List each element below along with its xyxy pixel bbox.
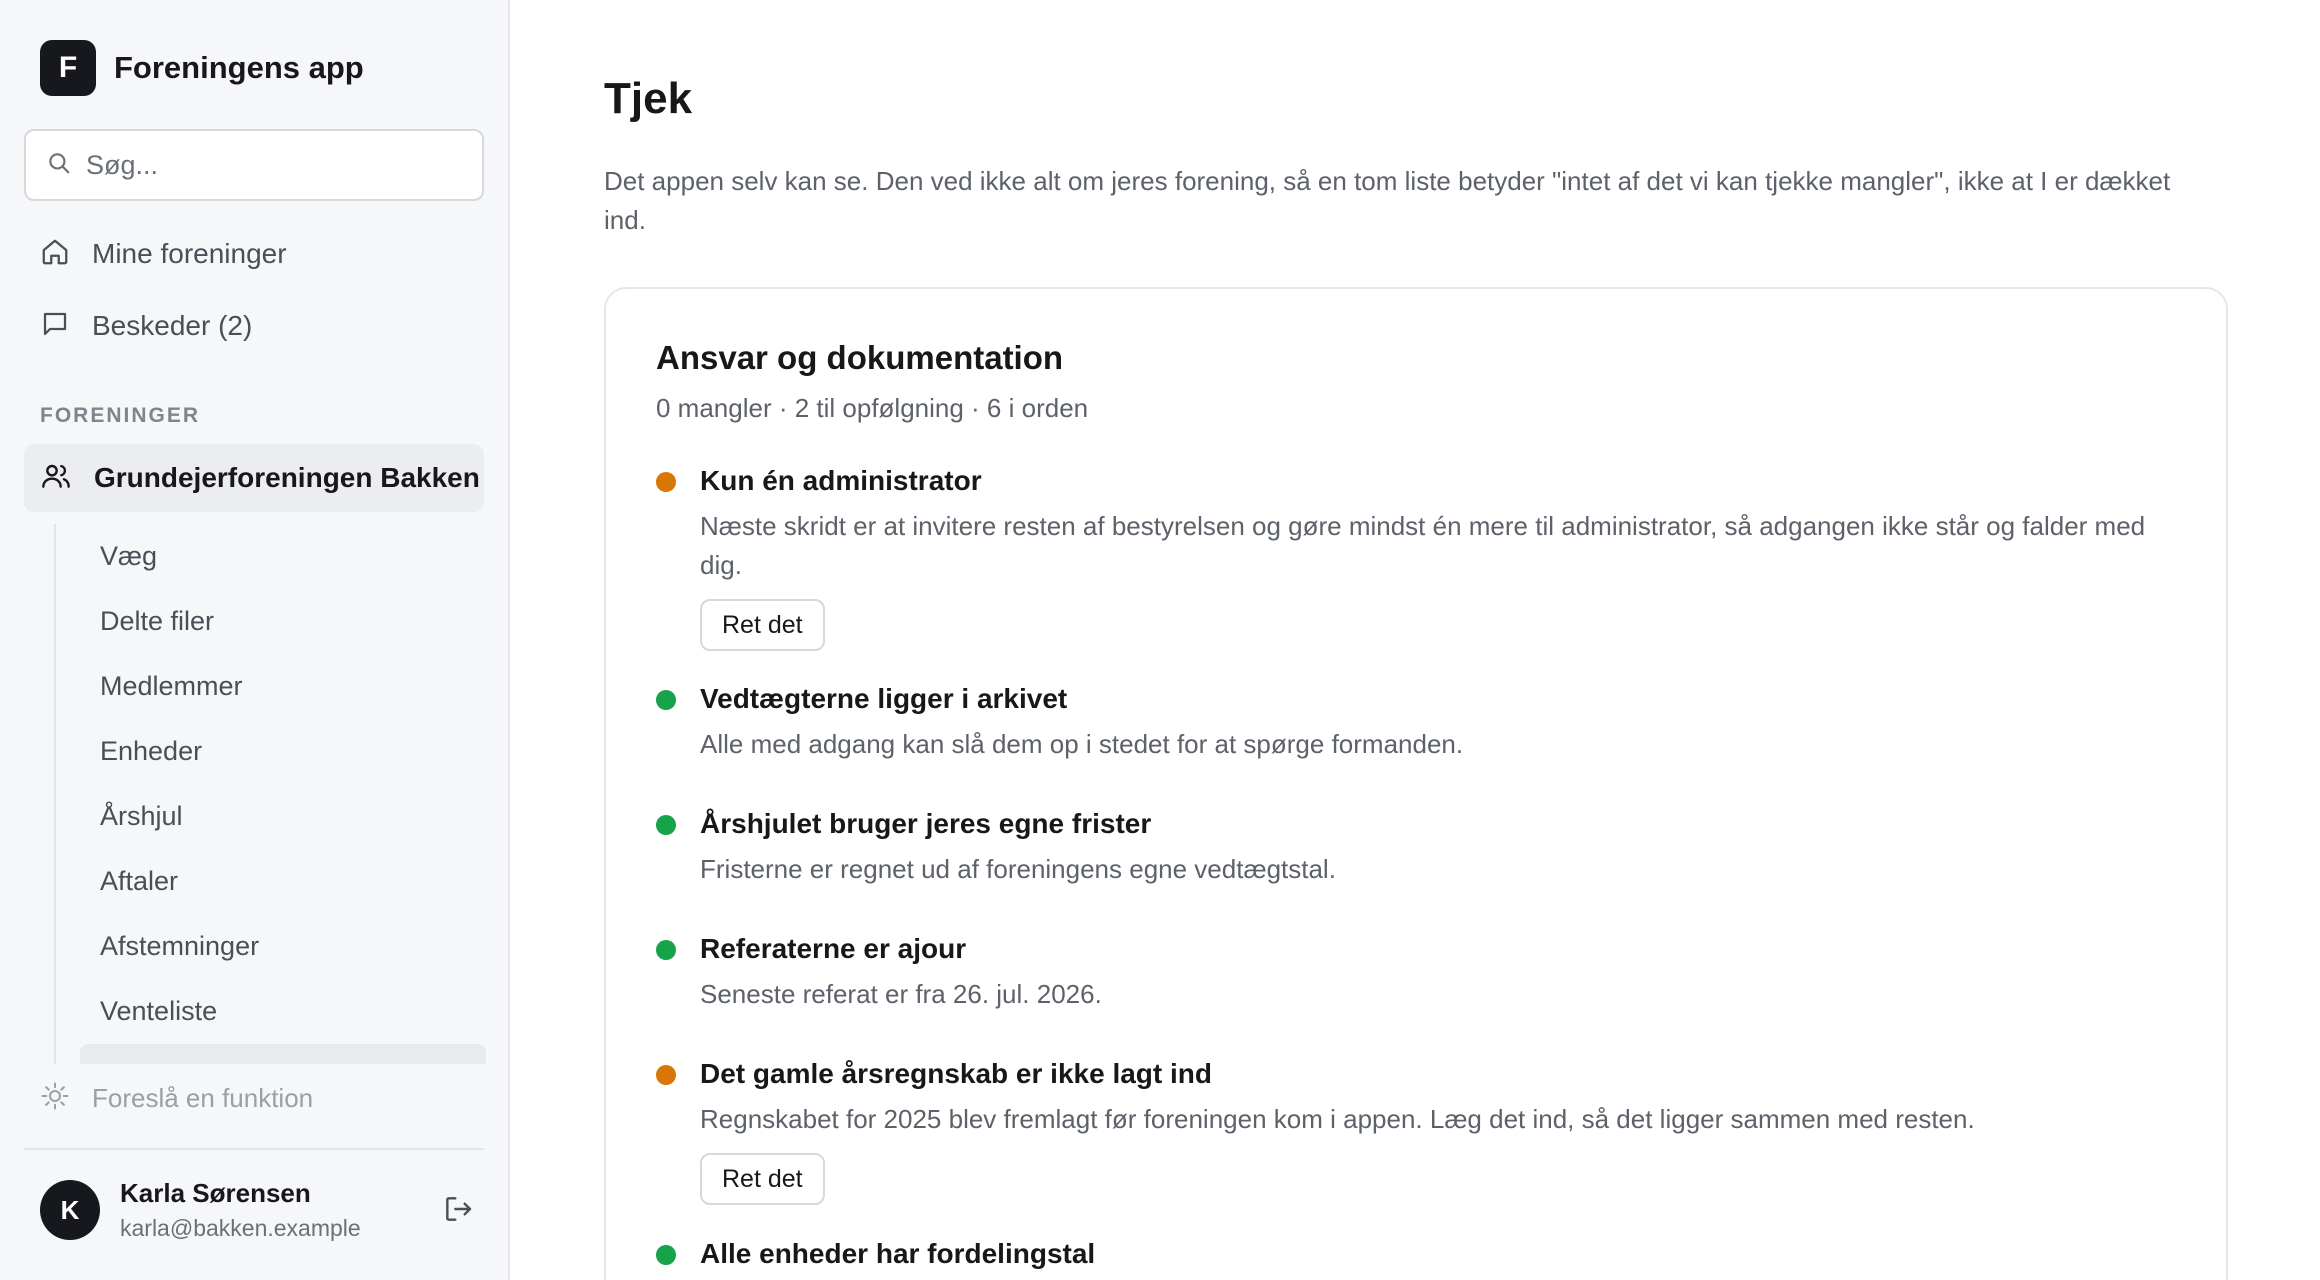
subnav-item-enheder[interactable]: Enheder: [56, 719, 486, 784]
subnav-item-delte-filer[interactable]: Delte filer: [56, 589, 486, 654]
check-title: Vedtægterne ligger i arkivet: [700, 683, 1068, 714]
subnav-item-aarshjul[interactable]: Årshjul: [56, 784, 486, 849]
status-dot-ok: [656, 940, 676, 960]
check-description: Næste skridt er at invitere resten af be…: [700, 511, 2146, 580]
check-card: Ansvar og dokumentation 0 mangler · 2 ti…: [604, 287, 2228, 1280]
users-icon: [40, 460, 72, 497]
check-item: Årshjulet bruger jeres egne frister Fris…: [656, 804, 2176, 889]
association-item[interactable]: Grundejerforeningen Bakken: [24, 444, 484, 512]
app-name: Foreningens app: [114, 50, 364, 85]
check-title: Det gamle årsregnskab er ikke lagt ind: [700, 1058, 1212, 1089]
page-title: Tjek: [604, 74, 693, 123]
check-title: Årshjulet bruger jeres egne frister: [700, 808, 1152, 839]
check-description: Regnskabet for 2025 blev fremlagt før fo…: [700, 1104, 1975, 1134]
subnav-item-tjek[interactable]: Tjek: [80, 1044, 486, 1064]
sidebar: F Foreningens app Mine foreninger Besked…: [0, 0, 510, 1280]
user-profile: K Karla Sørensen karla@bakken.example: [40, 1177, 484, 1243]
check-item: Det gamle årsregnskab er ikke lagt ind R…: [656, 1054, 2176, 1205]
association-subnav: Væg Delte filer Medlemmer Enheder Årshju…: [54, 524, 486, 1064]
suggest-feature-label: Foreslå en funktion: [92, 1082, 314, 1113]
card-title: Ansvar og dokumentation: [656, 339, 1064, 376]
check-title: Alle enheder har fordelingstal: [700, 1238, 1096, 1269]
check-title: Referaterne er ajour: [700, 933, 967, 964]
check-item: Alle enheder har fordelingstal: [656, 1234, 2176, 1274]
nav-label: Beskeder (2): [92, 310, 253, 341]
check-item: Referaterne er ajour Seneste referat er …: [656, 929, 2176, 1014]
fix-button[interactable]: Ret det: [700, 599, 825, 651]
association-name: Grundejerforeningen Bakken: [94, 462, 480, 493]
status-dot-warning: [656, 1065, 676, 1085]
check-description: Alle med adgang kan slå dem op i stedet …: [700, 729, 1464, 759]
message-icon: [40, 309, 70, 344]
page-description: Det appen selv kan se. Den ved ikke alt …: [604, 166, 2171, 235]
status-dot-ok: [656, 1245, 676, 1265]
suggest-feature-link[interactable]: Foreslå en funktion: [24, 1066, 484, 1130]
nav-mine-foreninger[interactable]: Mine foreninger: [24, 222, 484, 286]
nav-label: Mine foreninger: [92, 238, 287, 269]
logout-icon[interactable]: [442, 1193, 474, 1230]
subnav-item-afstemninger[interactable]: Afstemninger: [56, 914, 486, 979]
user-email: karla@bakken.example: [120, 1215, 361, 1241]
check-item: Kun én administrator Næste skridt er at …: [656, 461, 2176, 651]
check-description: Seneste referat er fra 26. jul. 2026.: [700, 979, 1102, 1009]
status-dot-ok: [656, 815, 676, 835]
lightbulb-icon: [40, 1081, 70, 1116]
home-icon: [40, 237, 70, 272]
check-title: Kun én administrator: [700, 465, 982, 496]
main-content: Tjek Det appen selv kan se. Den ved ikke…: [512, 0, 2320, 1280]
section-title-foreninger: FORENINGER: [40, 404, 201, 427]
avatar: K: [40, 1180, 100, 1240]
sidebar-divider: [24, 1148, 484, 1150]
fix-button[interactable]: Ret det: [700, 1153, 825, 1205]
app-logo: F: [40, 40, 96, 96]
search-input[interactable]: [86, 149, 466, 181]
status-dot-ok: [656, 690, 676, 710]
card-summary: 0 mangler · 2 til opfølgning · 6 i orden: [656, 393, 1089, 423]
subnav-item-aftaler[interactable]: Aftaler: [56, 849, 486, 914]
search-icon: [46, 150, 72, 181]
nav-beskeder[interactable]: Beskeder (2): [24, 294, 484, 358]
status-dot-warning: [656, 472, 676, 492]
search-box[interactable]: [24, 129, 484, 201]
app-brand[interactable]: F Foreningens app: [40, 40, 364, 96]
subnav-item-medlemmer[interactable]: Medlemmer: [56, 654, 486, 719]
check-item: Vedtægterne ligger i arkivet Alle med ad…: [656, 679, 2176, 764]
subnav-item-venteliste[interactable]: Venteliste: [56, 979, 486, 1044]
subnav-item-vaeg[interactable]: Væg: [56, 524, 486, 589]
user-name: Karla Sørensen: [120, 1178, 311, 1208]
check-description: Fristerne er regnet ud af foreningens eg…: [700, 854, 1336, 884]
